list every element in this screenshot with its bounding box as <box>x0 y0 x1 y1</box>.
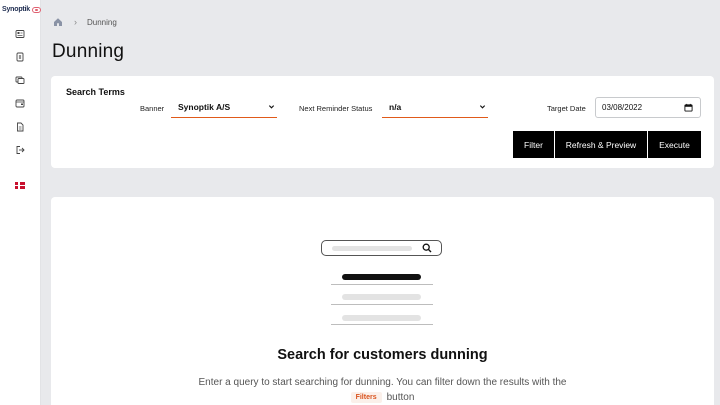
next-reminder-status-label: Next Reminder Status <box>299 104 373 113</box>
breadcrumb: › Dunning <box>53 17 117 27</box>
chevron-right-icon: › <box>74 17 77 27</box>
illustration-bar <box>332 246 412 251</box>
filters-chip: Filters <box>350 392 382 403</box>
illustration-line-light <box>342 294 421 300</box>
illustration-divider <box>331 304 433 305</box>
nav-invoice-icon[interactable] <box>15 52 25 62</box>
page-title: Dunning <box>52 41 125 62</box>
logo-mark-icon <box>31 6 41 13</box>
target-date-label: Target Date <box>547 104 586 113</box>
illustration-divider <box>331 324 433 325</box>
search-terms-title: Search Terms <box>66 87 125 97</box>
chevron-down-icon <box>479 105 486 109</box>
sidebar: Synoptik <box>0 0 41 405</box>
filter-button[interactable]: Filter <box>513 131 554 158</box>
target-date-value: 03/08/2022 <box>602 103 643 112</box>
banner-select[interactable]: Synoptik A/S <box>171 97 277 118</box>
breadcrumb-current: Dunning <box>87 17 117 27</box>
nav-logout-icon[interactable] <box>15 145 25 155</box>
next-reminder-status-select[interactable]: n/a <box>382 97 488 118</box>
chevron-down-icon <box>268 105 275 109</box>
logo[interactable]: Synoptik <box>2 6 41 13</box>
home-icon[interactable] <box>53 17 63 27</box>
illustration-line-dark <box>342 274 421 280</box>
nav-wallet-icon[interactable] <box>15 98 25 108</box>
empty-state-button-word: button <box>386 392 415 403</box>
banner-label: Banner <box>140 104 165 113</box>
search-illustration <box>321 240 442 256</box>
calendar-icon[interactable] <box>684 103 693 112</box>
execute-button[interactable]: Execute <box>648 131 701 158</box>
refresh-preview-button[interactable]: Refresh & Preview <box>555 131 647 158</box>
nav-payments-icon[interactable] <box>15 75 25 85</box>
danish-flag-icon[interactable] <box>15 182 25 189</box>
logo-text: Synoptik <box>2 6 30 13</box>
empty-state-text: Enter a query to start searching for dun… <box>198 377 567 388</box>
nav-customers-icon[interactable] <box>15 29 25 39</box>
banner-value: Synoptik A/S <box>178 102 231 112</box>
magnifier-icon <box>422 243 432 253</box>
illustration-line-light <box>342 315 421 321</box>
search-terms-card: Search Terms Banner Synoptik A/S Next Re… <box>51 76 714 168</box>
next-reminder-status-value: n/a <box>389 102 402 112</box>
empty-state-text-end: Filters button <box>51 392 714 403</box>
nav-document-icon[interactable] <box>15 122 25 132</box>
target-date-input[interactable]: 03/08/2022 <box>595 97 701 118</box>
empty-state-title: Search for customers dunning <box>277 347 488 363</box>
results-card: Search for customers dunning Enter a que… <box>51 197 714 405</box>
illustration-divider <box>331 284 433 285</box>
